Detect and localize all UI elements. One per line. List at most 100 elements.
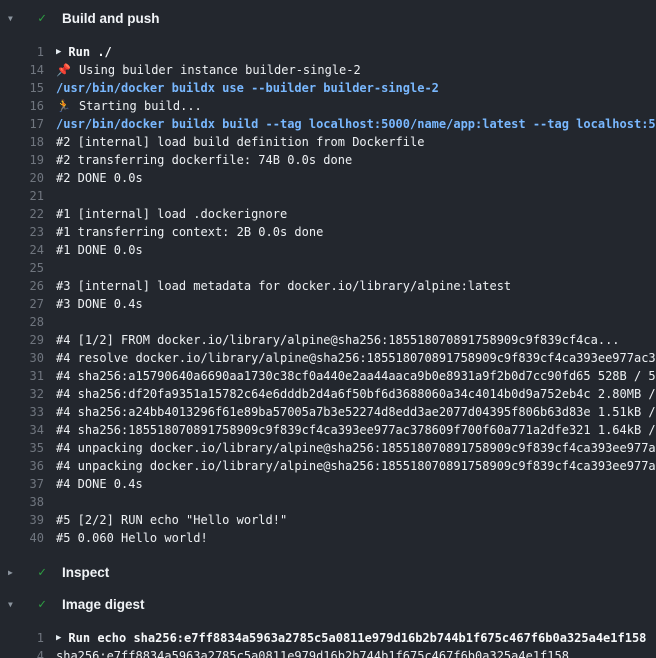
log-line: 21 [0, 187, 656, 205]
line-text: #1 DONE 0.0s [56, 241, 656, 259]
line-text: #4 sha256:a24bb4013296f61e89ba57005a7b3e… [56, 403, 656, 421]
line-text[interactable]: ▶Run echo sha256:e7ff8834a5963a2785c5a08… [56, 629, 656, 647]
line-number[interactable]: 35 [0, 439, 44, 457]
line-text-content: Run echo sha256:e7ff8834a5963a2785c5a081… [68, 629, 646, 647]
chevron-right-icon: ▶ [8, 564, 18, 582]
line-number[interactable]: 22 [0, 205, 44, 223]
runner-icon: 🏃 [56, 97, 71, 115]
line-text: #4 [1/2] FROM docker.io/library/alpine@s… [56, 331, 656, 349]
line-number[interactable]: 1 [0, 43, 44, 61]
log-line: 29 #4 [1/2] FROM docker.io/library/alpine… [0, 331, 656, 349]
line-text-content: #4 sha256:a15790640a6690aa1730c38cf0a440… [56, 367, 656, 385]
actions-log-viewer: ▼✓Build and push1▶Run ./14📌Using builder… [0, 0, 656, 658]
line-text-content: #5 [2/2] RUN echo "Hello world!" [56, 511, 287, 529]
log-lines: 1 ▶Run echo sha256:e7ff8834a5963a2785c5a0… [0, 619, 656, 658]
line-number[interactable]: 25 [0, 259, 44, 277]
line-number[interactable]: 15 [0, 79, 44, 97]
line-number[interactable]: 31 [0, 367, 44, 385]
log-section-build-and-push: ▼ ✓ Build and push 1 ▶Run ./ 14 📌Using builder… [0, 0, 656, 555]
line-number[interactable]: 30 [0, 349, 44, 367]
line-number[interactable]: 21 [0, 187, 44, 205]
line-text-content: #3 DONE 0.4s [56, 295, 143, 313]
line-number[interactable]: 29 [0, 331, 44, 349]
line-text [56, 259, 656, 277]
log-line: 36 #4 unpacking docker.io/library/alpine@… [0, 457, 656, 475]
line-text-content: #4 unpacking docker.io/library/alpine@sh… [56, 439, 656, 457]
line-number[interactable]: 27 [0, 295, 44, 313]
section-header-image-digest[interactable]: ▼✓Image digest [0, 587, 656, 619]
line-text [56, 187, 656, 205]
line-number[interactable]: 20 [0, 169, 44, 187]
line-text: #3 DONE 0.4s [56, 295, 656, 313]
chevron-down-icon: ▼ [8, 10, 18, 28]
line-text-content: #1 transferring context: 2B 0.0s done [56, 223, 323, 241]
line-number[interactable]: 16 [0, 97, 44, 115]
line-text-content: #2 DONE 0.0s [56, 169, 143, 187]
line-number[interactable]: 23 [0, 223, 44, 241]
line-number[interactable]: 1 [0, 629, 44, 647]
line-text: #2 DONE 0.0s [56, 169, 656, 187]
line-text: #4 sha256:a15790640a6690aa1730c38cf0a440… [56, 367, 656, 385]
log-line: 27 #3 DONE 0.4s [0, 295, 656, 313]
log-line: 17/usr/bin/docker buildx build --tag loc… [0, 115, 656, 133]
line-text: 📌Using builder instance builder-single-2 [56, 61, 656, 79]
line-text: /usr/bin/docker buildx use --builder bui… [56, 79, 656, 97]
line-text: #5 [2/2] RUN echo "Hello world!" [56, 511, 656, 529]
line-number[interactable]: 37 [0, 475, 44, 493]
log-line: 22#1 [internal] load .dockerignore [0, 205, 656, 223]
line-number[interactable]: 14 [0, 61, 44, 79]
line-text-content: #4 sha256:185518070891758909c9f839cf4ca3… [56, 421, 656, 439]
log-line: 25 [0, 259, 656, 277]
line-text: 🏃 Starting build... [56, 97, 656, 115]
pushpin-icon: 📌 [56, 61, 71, 79]
line-number[interactable]: 32 [0, 385, 44, 403]
line-text[interactable]: ▶Run ./ [56, 43, 656, 61]
line-text [56, 493, 656, 511]
log-line: 19 #2 transferring dockerfile: 74B 0.0s d… [0, 151, 656, 169]
line-number[interactable]: 24 [0, 241, 44, 259]
section-header-inspect[interactable]: ▶✓Inspect [0, 555, 656, 587]
line-number[interactable]: 36 [0, 457, 44, 475]
log-line: 37 #4 DONE 0.4s [0, 475, 656, 493]
line-text-content: Starting build... [79, 97, 202, 115]
log-line: 39 #5 [2/2] RUN echo "Hello world!" [0, 511, 656, 529]
line-number[interactable]: 40 [0, 529, 44, 547]
section-title: Image digest [62, 596, 145, 614]
line-text-content: Run ./ [68, 43, 111, 61]
line-text: sha256:e7ff8834a5963a2785c5a0811e979d16b… [56, 647, 656, 658]
log-line: 1 ▶Run echo sha256:e7ff8834a5963a2785c5a0… [0, 629, 656, 647]
log-line: 20 #2 DONE 0.0s [0, 169, 656, 187]
line-number[interactable]: 19 [0, 151, 44, 169]
line-text-content: #4 resolve docker.io/library/alpine@sha2… [56, 349, 656, 367]
line-text: #4 unpacking docker.io/library/alpine@sh… [56, 439, 656, 457]
line-text: #2 transferring dockerfile: 74B 0.0s don… [56, 151, 656, 169]
section-header-build-and-push[interactable]: ▼ ✓ Build and push [0, 0, 656, 33]
line-text-content: #3 [internal] load metadata for docker.i… [56, 277, 511, 295]
line-text-content: #4 unpacking docker.io/library/alpine@sh… [56, 457, 656, 475]
line-number[interactable]: 17 [0, 115, 44, 133]
section-title: Inspect [62, 564, 109, 582]
line-text-content: #2 transferring dockerfile: 74B 0.0s don… [56, 151, 352, 169]
line-number[interactable]: 4 [0, 647, 44, 658]
line-text [56, 313, 656, 331]
log-line: 14 📌Using builder instance builder-single… [0, 61, 656, 79]
line-number[interactable]: 28 [0, 313, 44, 331]
line-number[interactable]: 18 [0, 133, 44, 151]
check-icon: ✓ [34, 10, 50, 28]
line-number[interactable]: 39 [0, 511, 44, 529]
chevron-down-icon: ▼ [8, 596, 18, 614]
line-text-content: #2 [internal] load build definition from… [56, 133, 424, 151]
line-text: #3 [internal] load metadata for docker.i… [56, 277, 656, 295]
line-text: #1 transferring context: 2B 0.0s done [56, 223, 656, 241]
log-line: 30 #4 resolve docker.io/library/alpine@sh… [0, 349, 656, 367]
log-line: 16 🏃 Starting build... [0, 97, 656, 115]
log-line: 31 #4 sha256:a15790640a6690aa1730c38cf0a4… [0, 367, 656, 385]
line-number[interactable]: 26 [0, 277, 44, 295]
line-number[interactable]: 34 [0, 421, 44, 439]
line-number[interactable]: 38 [0, 493, 44, 511]
line-text: #4 DONE 0.4s [56, 475, 656, 493]
section-title: Build and push [62, 10, 160, 28]
line-text: #4 resolve docker.io/library/alpine@sha2… [56, 349, 656, 367]
line-text: #4 unpacking docker.io/library/alpine@sh… [56, 457, 656, 475]
line-number[interactable]: 33 [0, 403, 44, 421]
